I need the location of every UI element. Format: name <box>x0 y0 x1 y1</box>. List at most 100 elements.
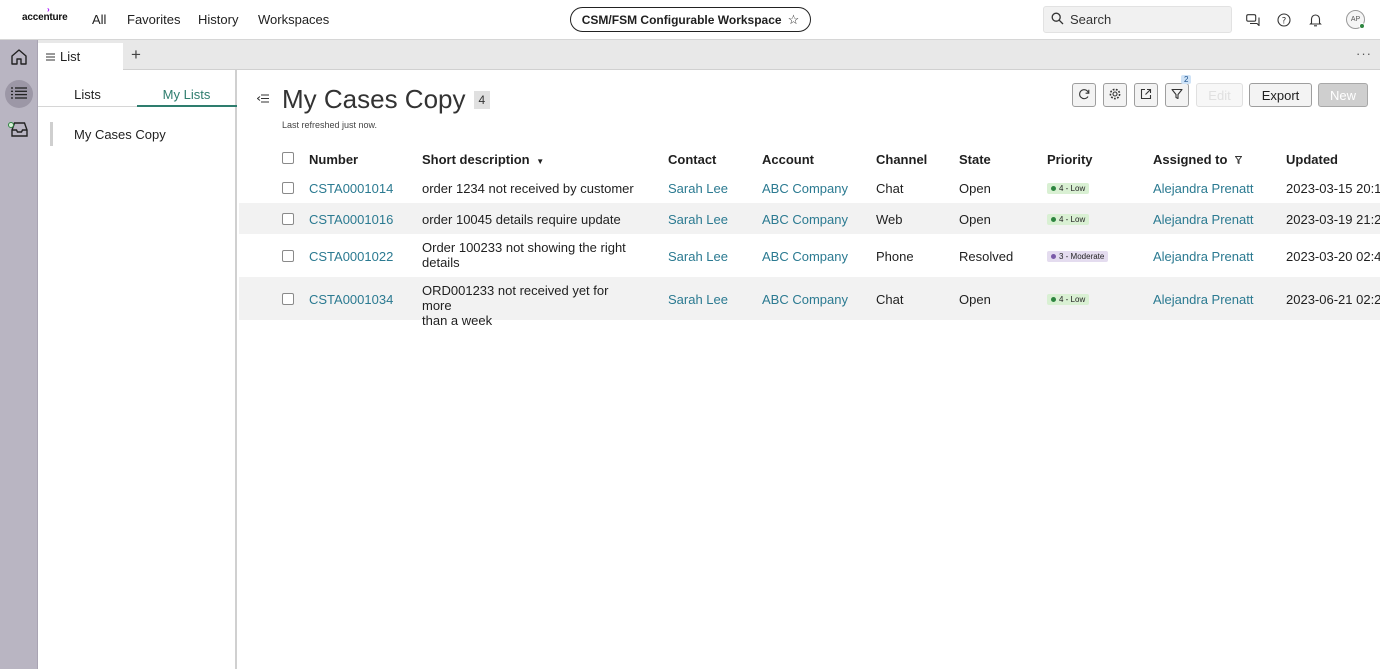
description-line: ORD001233 not received yet for more <box>422 283 609 313</box>
channel-value: Phone <box>876 249 914 264</box>
main-content: My Cases Copy 4 Last refreshed just now.… <box>239 70 1380 669</box>
table-row[interactable]: CSTA0001014 order 1234 not received by c… <box>239 172 1380 203</box>
search-input[interactable] <box>1070 12 1220 27</box>
refresh-button[interactable] <box>1072 83 1096 107</box>
active-tab-indicator <box>137 105 237 107</box>
column-channel[interactable]: Channel <box>876 152 927 167</box>
settings-icon <box>1109 88 1121 103</box>
add-tab-icon[interactable]: + <box>131 45 141 65</box>
channel-value: Web <box>876 212 903 227</box>
avatar-initials: AP <box>1350 16 1361 23</box>
edit-button[interactable]: Edit <box>1196 83 1243 107</box>
notifications-icon[interactable] <box>1307 12 1323 28</box>
case-number-link[interactable]: CSTA0001022 <box>309 249 393 264</box>
contact-link[interactable]: Sarah Lee <box>668 212 728 227</box>
presence-dot <box>1359 23 1365 29</box>
table-row[interactable]: CSTA0001016 order 10045 details require … <box>239 203 1380 234</box>
record-count-badge: 4 <box>473 90 491 109</box>
short-description: order 10045 details require update <box>422 212 621 227</box>
table-row[interactable]: CSTA0001022 Order 100233 not showing the… <box>239 234 1380 277</box>
list-item-my-cases-copy[interactable]: My Cases Copy <box>50 122 166 146</box>
row-checkbox[interactable] <box>282 293 294 305</box>
left-rail <box>0 40 38 669</box>
workspace-pill[interactable]: CSM/FSM Configurable Workspace ☆ <box>570 7 811 32</box>
column-contact[interactable]: Contact <box>668 152 716 167</box>
column-short-description-label: Short description <box>422 152 530 167</box>
list-icon <box>11 86 27 102</box>
priority-dot <box>1051 254 1056 259</box>
channel-value: Chat <box>876 181 904 196</box>
avatar[interactable]: AP <box>1346 10 1365 29</box>
state-value: Resolved <box>959 249 1014 264</box>
case-number-link[interactable]: CSTA0001014 <box>309 181 393 196</box>
account-link[interactable]: ABC Company <box>762 181 848 196</box>
assigned-to-link[interactable]: Alejandra Prenatt <box>1153 212 1253 227</box>
top-header: › accenture All Favorites History Worksp… <box>0 0 1380 40</box>
nav-all[interactable]: All <box>92 12 106 27</box>
settings-button[interactable] <box>1103 83 1127 107</box>
filter-button[interactable] <box>1165 83 1189 107</box>
nav-workspaces[interactable]: Workspaces <box>258 12 329 27</box>
nav-history[interactable]: History <box>198 12 238 27</box>
collapse-panel-icon[interactable] <box>256 92 269 106</box>
account-link[interactable]: ABC Company <box>762 249 848 264</box>
priority-badge: 4 - Low <box>1047 183 1090 194</box>
column-assigned-to[interactable]: Assigned to <box>1153 152 1243 167</box>
table-header-row: Number Short description ▼ Contact Accou… <box>239 144 1380 172</box>
export-button[interactable]: Export <box>1249 83 1312 107</box>
sort-desc-icon: ▼ <box>536 157 545 166</box>
logo-chevron-icon: › <box>47 5 50 14</box>
share-button[interactable] <box>1134 83 1158 107</box>
refresh-status: Last refreshed just now. <box>282 120 378 130</box>
column-account[interactable]: Account <box>762 152 814 167</box>
account-link[interactable]: ABC Company <box>762 212 848 227</box>
star-icon[interactable]: ☆ <box>788 12 800 28</box>
column-assigned-to-label: Assigned to <box>1153 152 1228 167</box>
tab-strip: List + ··· <box>38 40 1380 70</box>
case-number-link[interactable]: CSTA0001034 <box>309 292 393 307</box>
short-description: Order 100233 not showing the right detai… <box>422 240 637 270</box>
assigned-to-link[interactable]: Alejandra Prenatt <box>1153 292 1253 307</box>
assigned-to-link[interactable]: Alejandra Prenatt <box>1153 181 1253 196</box>
select-all-checkbox[interactable] <box>282 152 294 164</box>
contact-link[interactable]: Sarah Lee <box>668 181 728 196</box>
row-checkbox[interactable] <box>282 182 294 194</box>
more-options-icon[interactable]: ··· <box>1356 46 1372 61</box>
updated-value: 2023-03-20 02:44 <box>1286 249 1380 264</box>
accenture-logo[interactable]: › accenture <box>22 5 68 23</box>
column-updated[interactable]: Updated <box>1286 152 1338 167</box>
home-button[interactable] <box>5 44 33 72</box>
account-link[interactable]: ABC Company <box>762 292 848 307</box>
contact-link[interactable]: Sarah Lee <box>668 249 728 264</box>
column-state[interactable]: State <box>959 152 991 167</box>
filter-icon <box>1171 88 1183 103</box>
new-button[interactable]: New <box>1318 83 1368 107</box>
nav-favorites[interactable]: Favorites <box>127 12 180 27</box>
row-checkbox[interactable] <box>282 250 294 262</box>
column-filter-icon <box>1234 152 1243 167</box>
title-text: My Cases Copy <box>282 84 466 114</box>
priority-dot <box>1051 186 1056 191</box>
search-box[interactable] <box>1043 6 1232 33</box>
contact-link[interactable]: Sarah Lee <box>668 292 728 307</box>
tab-my-lists[interactable]: My Lists <box>137 87 236 102</box>
chat-icon[interactable] <box>1245 12 1261 28</box>
tab-list[interactable]: List <box>38 43 123 70</box>
column-priority[interactable]: Priority <box>1047 152 1093 167</box>
priority-badge: 4 - Low <box>1047 294 1090 305</box>
row-checkbox[interactable] <box>282 213 294 225</box>
column-number[interactable]: Number <box>309 152 358 167</box>
list-button[interactable] <box>5 80 33 108</box>
state-value: Open <box>959 212 991 227</box>
assigned-to-link[interactable]: Alejandra Prenatt <box>1153 249 1253 264</box>
search-icon <box>1051 12 1064 28</box>
home-icon <box>10 48 28 68</box>
state-value: Open <box>959 181 991 196</box>
description-line: details <box>422 255 460 270</box>
table-row[interactable]: CSTA0001034 ORD001233 not received yet f… <box>239 277 1380 328</box>
column-short-description[interactable]: Short description ▼ <box>422 152 544 167</box>
case-number-link[interactable]: CSTA0001016 <box>309 212 393 227</box>
help-icon[interactable]: ? <box>1276 12 1292 28</box>
tab-lists[interactable]: Lists <box>38 87 137 102</box>
list-item-label: My Cases Copy <box>74 126 166 142</box>
